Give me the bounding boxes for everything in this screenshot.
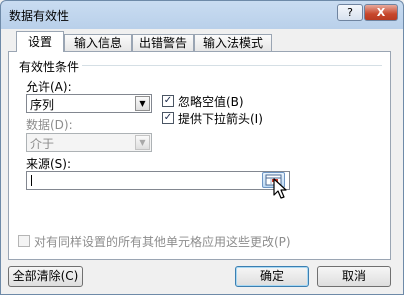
data-selected-value: 介于 <box>30 137 55 151</box>
in-cell-dropdown-checkbox[interactable]: ✓ <box>162 112 174 124</box>
chevron-down-icon: ▼ <box>135 135 150 150</box>
ok-button[interactable]: 确定 <box>235 266 309 287</box>
tab-ime-mode[interactable]: 输入法模式 <box>194 34 272 52</box>
cancel-button[interactable]: 取消 <box>317 266 391 287</box>
mouse-pointer-icon <box>273 178 287 199</box>
source-input[interactable] <box>26 171 290 190</box>
allow-selected-value: 序列 <box>30 98 55 112</box>
clear-all-button[interactable]: 全部清除(C) <box>8 266 83 287</box>
close-button[interactable]: X <box>364 4 398 21</box>
data-label: 数据(D): <box>26 118 73 132</box>
group-divider <box>82 65 382 66</box>
apply-to-all-label: 对有同样设置的所有其他单元格应用这些更改(P) <box>34 235 291 249</box>
text-caret <box>31 175 32 186</box>
allow-label: 允许(A): <box>26 80 72 94</box>
tab-settings[interactable]: 设置 <box>16 31 64 52</box>
ignore-blank-checkbox[interactable]: ✓ <box>162 95 174 107</box>
source-label: 来源(S): <box>26 157 72 171</box>
data-select: 介于 ▼ <box>26 133 152 152</box>
chevron-down-icon: ▼ <box>135 96 150 111</box>
title-bar: 数据有效性 ? X <box>1 1 403 29</box>
tab-input-message[interactable]: 输入信息 <box>64 34 132 52</box>
validation-criteria-title: 有效性条件 <box>19 60 80 74</box>
tab-error-alert[interactable]: 出错警告 <box>132 34 194 52</box>
window-title: 数据有效性 <box>9 9 70 23</box>
apply-to-all-checkbox <box>18 235 30 247</box>
allow-select[interactable]: 序列 ▼ <box>26 94 152 113</box>
in-cell-dropdown-label: 提供下拉箭头(I) <box>178 112 263 126</box>
help-button[interactable]: ? <box>337 4 363 21</box>
ignore-blank-label: 忽略空值(B) <box>178 95 244 109</box>
